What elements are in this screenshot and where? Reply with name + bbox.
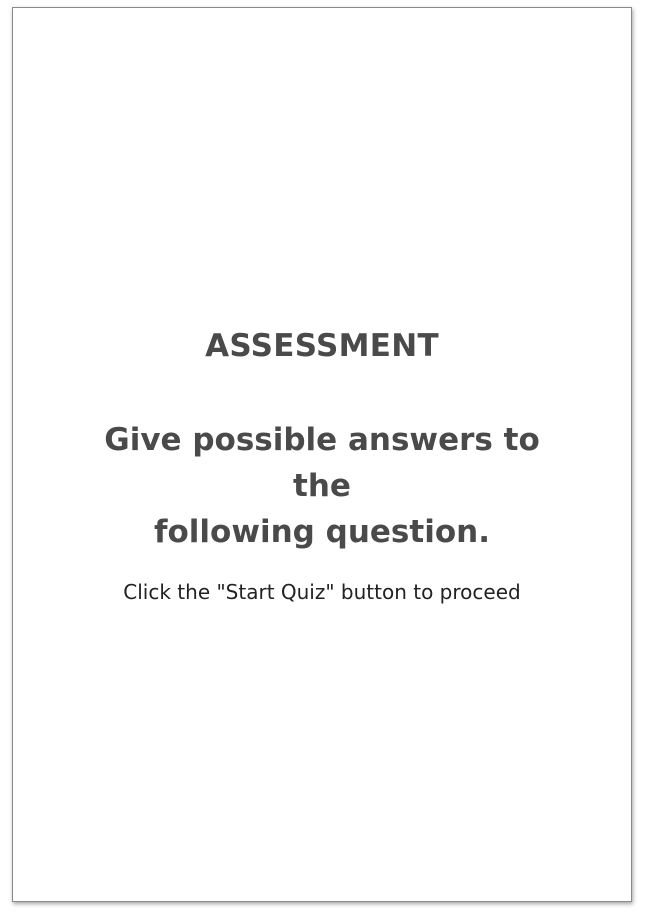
question-prompt: Give possible answers to the following q…: [13, 417, 631, 555]
slide-content: ASSESSMENT Give possible answers to the …: [13, 326, 631, 606]
start-instruction: Click the "Start Quiz" button to proceed: [123, 580, 521, 604]
question-line-1: Give possible answers to the: [104, 422, 540, 504]
slide-frame: ASSESSMENT Give possible answers to the …: [12, 7, 632, 902]
question-line-2: following question.: [154, 514, 490, 550]
assessment-heading: ASSESSMENT: [205, 328, 439, 364]
